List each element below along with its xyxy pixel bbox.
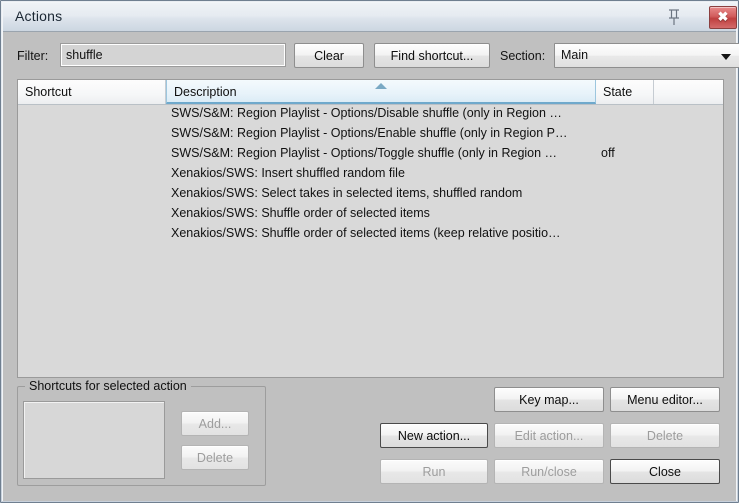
find-shortcut-button[interactable]: Find shortcut... <box>374 43 490 68</box>
new-action-button[interactable]: New action... <box>380 423 488 448</box>
add-shortcut-button[interactable]: Add... <box>181 411 249 436</box>
close-icon: ✖ <box>717 9 729 24</box>
row-state: off <box>601 146 615 160</box>
row-description: Xenakios/SWS: Shuffle order of selected … <box>171 226 561 240</box>
window-title: Actions <box>15 8 63 24</box>
pin-icon[interactable] <box>661 5 687 29</box>
table-row[interactable]: SWS/S&M: Region Playlist - Options/Toggl… <box>18 145 723 165</box>
run-button[interactable]: Run <box>380 459 488 484</box>
column-header-description[interactable]: Description <box>166 80 596 104</box>
section-selected-value: Main <box>561 48 589 62</box>
run-close-button[interactable]: Run/close <box>494 459 604 484</box>
chevron-down-icon <box>721 54 731 60</box>
table-row[interactable]: Xenakios/SWS: Insert shuffled random fil… <box>18 165 723 185</box>
row-description: Xenakios/SWS: Select takes in selected i… <box>171 186 523 200</box>
title-bar: Actions ✖ <box>3 3 737 31</box>
key-map-button[interactable]: Key map... <box>494 387 604 412</box>
row-description: SWS/S&M: Region Playlist - Options/Enabl… <box>171 126 568 140</box>
shortcuts-group-title: Shortcuts for selected action <box>25 379 191 393</box>
delete-action-button[interactable]: Delete <box>610 423 720 448</box>
table-row[interactable]: SWS/S&M: Region Playlist - Options/Enabl… <box>18 125 723 145</box>
close-dialog-button[interactable]: Close <box>610 459 720 484</box>
sort-ascending-icon <box>375 83 387 89</box>
actions-list-body[interactable]: SWS/S&M: Region Playlist - Options/Disab… <box>18 105 723 377</box>
filter-label: Filter: <box>17 49 49 63</box>
menu-editor-button[interactable]: Menu editor... <box>610 387 720 412</box>
column-header-description-label: Description <box>174 85 237 99</box>
filter-input[interactable] <box>60 43 286 67</box>
table-row[interactable]: Xenakios/SWS: Select takes in selected i… <box>18 185 723 205</box>
actions-list-panel[interactable]: Shortcut Description State SWS/S&M: Regi… <box>17 79 724 378</box>
row-description: SWS/S&M: Region Playlist - Options/Toggl… <box>171 146 558 160</box>
section-dropdown[interactable]: Main <box>554 43 739 68</box>
list-header-row: Shortcut Description State <box>18 80 723 105</box>
table-row[interactable]: Xenakios/SWS: Shuffle order of selected … <box>18 225 723 245</box>
actions-window: Actions ✖ Filter: Clear Find shortcut... <box>0 0 739 503</box>
column-header-blank[interactable] <box>654 80 723 104</box>
clear-button[interactable]: Clear <box>294 43 364 68</box>
row-description: Xenakios/SWS: Shuffle order of selected … <box>171 206 430 220</box>
row-description: SWS/S&M: Region Playlist - Options/Disab… <box>171 106 562 120</box>
section-label: Section: <box>500 49 546 63</box>
table-row[interactable]: Xenakios/SWS: Shuffle order of selected … <box>18 205 723 225</box>
column-header-state[interactable]: State <box>596 80 654 104</box>
column-header-shortcut[interactable]: Shortcut <box>18 80 166 104</box>
delete-shortcut-button[interactable]: Delete <box>181 445 249 470</box>
close-button[interactable]: ✖ <box>709 6 737 29</box>
filter-toolbar: Filter: Clear Find shortcut... Section: … <box>17 43 739 69</box>
edit-action-button[interactable]: Edit action... <box>494 423 604 448</box>
shortcuts-list[interactable] <box>23 401 165 479</box>
row-description: Xenakios/SWS: Insert shuffled random fil… <box>171 166 405 180</box>
table-row[interactable]: SWS/S&M: Region Playlist - Options/Disab… <box>18 105 723 125</box>
